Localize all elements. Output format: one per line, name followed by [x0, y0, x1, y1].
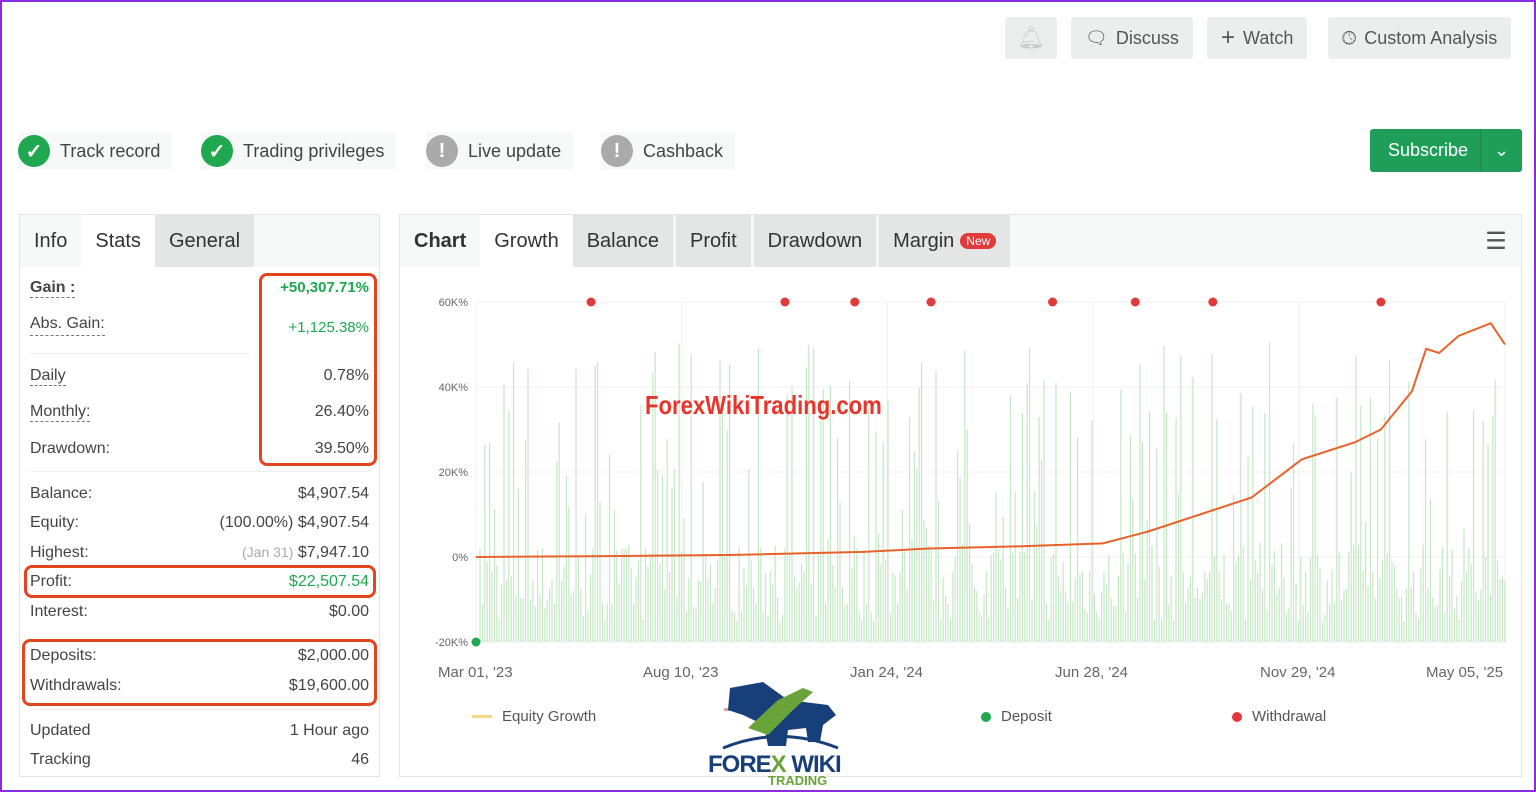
custom-analysis-button[interactable]: 🕓︎ Custom Analysis: [1328, 17, 1512, 59]
exclamation-icon: !: [601, 135, 633, 167]
highest-date: (Jan 31): [242, 544, 294, 560]
updated-value: 1 Hour ago: [289, 722, 369, 739]
clock-icon: 🕓︎: [1342, 27, 1357, 48]
highest-value: $7,947.10: [297, 544, 369, 561]
comment-icon: 🗨︎: [1085, 27, 1108, 48]
balance-value: $4,907.54: [297, 485, 369, 502]
interest-value: $0.00: [328, 603, 369, 620]
gain-label: Gain :: [30, 279, 76, 298]
watermark-text: ForexWikiTrading.com: [645, 390, 882, 420]
tracking-label: Tracking: [30, 751, 91, 768]
tab-growth[interactable]: Growth: [480, 215, 573, 267]
highlight-box: [22, 639, 377, 706]
balance-label: Balance:: [30, 485, 93, 502]
legend-dot-icon: [1232, 711, 1242, 722]
bell-icon: 🔔︎: [1017, 25, 1045, 50]
tab-margin[interactable]: Margin New: [879, 215, 1011, 267]
new-badge: New: [960, 233, 997, 249]
equity-value: $4,907.54: [297, 514, 369, 531]
equity-label: Equity:: [30, 514, 79, 531]
badge-live-update: ! Live update: [426, 132, 574, 170]
highlight-box: [259, 273, 377, 466]
daily-label: Daily: [30, 367, 66, 386]
interest-label: Interest:: [30, 603, 88, 620]
x-tick: Jun 28, '24: [1055, 664, 1128, 681]
legend-withdrawal[interactable]: Withdrawal: [1232, 708, 1326, 725]
legend-dot-icon: [981, 711, 991, 722]
highest-label: Highest:: [30, 544, 89, 561]
monthly-label: Monthly:: [30, 403, 91, 422]
highlight-box: [24, 565, 376, 598]
badge-track-record: ✓ Track record: [18, 132, 173, 170]
drawdown-label: Drawdown:: [30, 440, 111, 457]
exclamation-icon: !: [426, 135, 458, 167]
check-icon: ✓: [201, 135, 233, 167]
x-tick: Mar 01, '23: [438, 664, 513, 681]
equity-pct: (100.00%): [219, 514, 294, 531]
discuss-button[interactable]: 🗨︎ Discuss: [1071, 17, 1193, 59]
legend-deposit[interactable]: Deposit: [981, 708, 1052, 725]
abs-gain-label: Abs. Gain:: [30, 315, 105, 336]
tab-drawdown[interactable]: Drawdown: [753, 215, 877, 267]
chart-panel: Chart Growth Balance Profit Drawdown Mar…: [399, 214, 1522, 777]
forexwiki-logo: FOREX WIKI TRADING: [708, 680, 853, 788]
chart-title: Chart: [414, 229, 467, 252]
tab-general[interactable]: General: [154, 215, 255, 267]
legend-line-icon: [472, 715, 492, 718]
badge-trading-privileges: ✓ Trading privileges: [201, 132, 397, 170]
updated-label: Updated: [30, 722, 91, 739]
notifications-button[interactable]: 🔔︎: [1005, 17, 1057, 59]
settings-sliders-icon[interactable]: ☰: [1471, 215, 1521, 267]
x-tick: May 05, '25: [1426, 664, 1504, 681]
x-tick: Aug 10, '23: [643, 664, 719, 681]
tracking-value: 46: [351, 751, 369, 768]
chevron-down-icon[interactable]: ⌄: [1480, 129, 1522, 172]
tab-balance[interactable]: Balance: [572, 215, 673, 267]
watch-button[interactable]: + Watch: [1207, 17, 1308, 59]
x-tick: Nov 29, '24: [1260, 664, 1336, 681]
legend-equity-growth[interactable]: Equity Growth: [472, 708, 596, 725]
badge-cashback: ! Cashback: [601, 132, 736, 170]
bull-bear-logo-icon: [722, 682, 839, 750]
plus-icon: +: [1221, 24, 1236, 51]
tab-profit[interactable]: Profit: [675, 215, 751, 267]
tab-info[interactable]: Info: [20, 215, 81, 267]
subscribe-button[interactable]: Subscribe ⌄: [1370, 129, 1522, 172]
tab-stats[interactable]: Stats: [81, 215, 155, 267]
check-icon: ✓: [18, 135, 50, 167]
x-tick: Jan 24, '24: [850, 664, 923, 681]
